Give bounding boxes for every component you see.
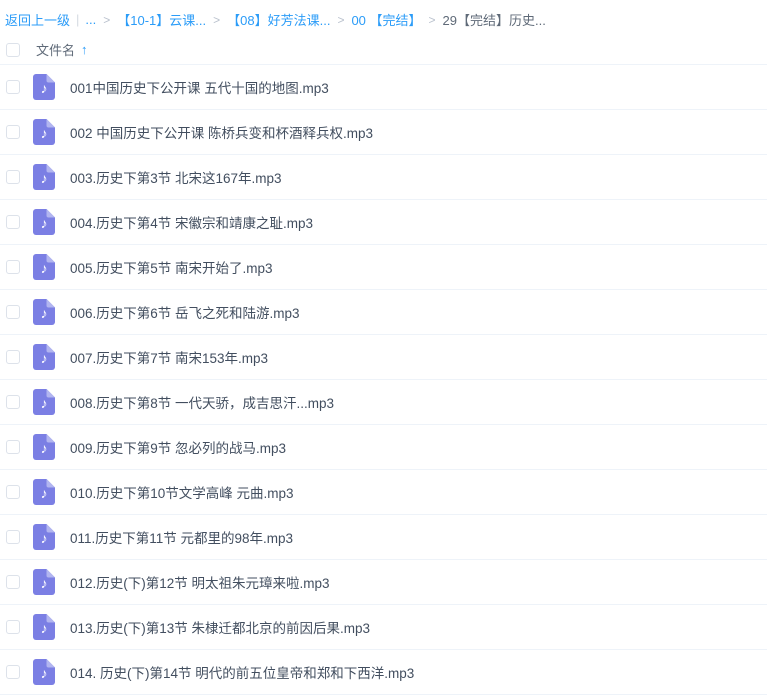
table-row[interactable]: ♪ 001中国历史下公开课 五代十国的地图.mp3 [0,65,767,110]
file-name-link[interactable]: 008.历史下第8节 一代天骄，成吉思汗...mp3 [70,392,334,412]
row-checkbox[interactable] [6,575,20,589]
chevron-right-icon: > [429,13,436,27]
audio-file-icon: ♪ [33,164,55,190]
table-row[interactable]: ♪ 008.历史下第8节 一代天骄，成吉思汗...mp3 [0,380,767,425]
music-note-glyph: ♪ [41,80,48,96]
table-row[interactable]: ♪ 010.历史下第10节文学高峰 元曲.mp3 [0,470,767,515]
audio-file-icon: ♪ [33,569,55,595]
row-checkbox[interactable] [6,440,20,454]
breadcrumb-item-ellipsis[interactable]: ... [85,12,96,27]
audio-file-icon: ♪ [33,434,55,460]
audio-file-icon: ♪ [33,344,55,370]
file-name-link[interactable]: 010.历史下第10节文学高峰 元曲.mp3 [70,482,294,502]
file-name-link[interactable]: 014. 历史(下)第14节 明代的前五位皇帝和郑和下西洋.mp3 [70,662,414,682]
table-row[interactable]: ♪ 003.历史下第3节 北宋这167年.mp3 [0,155,767,200]
audio-file-icon: ♪ [33,254,55,280]
breadcrumb-item-3[interactable]: 00 【完结】 [351,10,421,29]
file-name-link[interactable]: 005.历史下第5节 南宋开始了.mp3 [70,257,273,277]
row-checkbox[interactable] [6,350,20,364]
row-checkbox[interactable] [6,260,20,274]
file-name-link[interactable]: 007.历史下第7节 南宋153年.mp3 [70,347,268,367]
music-note-glyph: ♪ [41,395,48,411]
music-note-glyph: ♪ [41,170,48,186]
music-note-glyph: ♪ [41,440,48,456]
table-row[interactable]: ♪ 009.历史下第9节 忽必列的战马.mp3 [0,425,767,470]
file-name-link[interactable]: 009.历史下第9节 忽必列的战马.mp3 [70,437,286,457]
audio-file-icon: ♪ [33,524,55,550]
file-list: ♪ 001中国历史下公开课 五代十国的地图.mp3 ♪ 002 中国历史下公开课… [0,65,767,695]
audio-file-icon: ♪ [33,659,55,685]
row-checkbox[interactable] [6,215,20,229]
audio-file-icon: ♪ [33,389,55,415]
audio-file-icon: ♪ [33,299,55,325]
row-checkbox[interactable] [6,530,20,544]
file-name-link[interactable]: 006.历史下第6节 岳飞之死和陆游.mp3 [70,302,300,322]
music-note-glyph: ♪ [41,485,48,501]
sort-ascending-icon[interactable]: ↑ [81,42,88,57]
file-name-link[interactable]: 004.历史下第4节 宋徽宗和靖康之耻.mp3 [70,212,313,232]
music-note-glyph: ♪ [41,215,48,231]
filename-column-header[interactable]: 文件名 [36,40,75,59]
music-note-glyph: ♪ [41,620,48,636]
breadcrumb-item-1[interactable]: 【10-1】云课... [117,10,206,29]
row-checkbox[interactable] [6,620,20,634]
table-row[interactable]: ♪ 014. 历史(下)第14节 明代的前五位皇帝和郑和下西洋.mp3 [0,650,767,695]
file-name-link[interactable]: 003.历史下第3节 北宋这167年.mp3 [70,167,282,187]
file-name-link[interactable]: 001中国历史下公开课 五代十国的地图.mp3 [70,77,329,97]
file-name-link[interactable]: 002 中国历史下公开课 陈桥兵变和杯酒释兵权.mp3 [70,122,373,142]
breadcrumb-back-link[interactable]: 返回上一级 [5,10,70,29]
row-checkbox[interactable] [6,395,20,409]
file-name-link[interactable]: 011.历史下第11节 元都里的98年.mp3 [70,527,293,547]
file-list-header: 文件名 ↑ [0,35,767,65]
table-row[interactable]: ♪ 006.历史下第6节 岳飞之死和陆游.mp3 [0,290,767,335]
audio-file-icon: ♪ [33,614,55,640]
music-note-glyph: ♪ [41,125,48,141]
table-row[interactable]: ♪ 007.历史下第7节 南宋153年.mp3 [0,335,767,380]
row-checkbox[interactable] [6,665,20,679]
table-row[interactable]: ♪ 013.历史(下)第13节 朱棣迁都北京的前因后果.mp3 [0,605,767,650]
audio-file-icon: ♪ [33,209,55,235]
breadcrumb-item-2[interactable]: 【08】好芳法课... [227,10,330,29]
music-note-glyph: ♪ [41,350,48,366]
row-checkbox[interactable] [6,485,20,499]
music-note-glyph: ♪ [41,665,48,681]
table-row[interactable]: ♪ 011.历史下第11节 元都里的98年.mp3 [0,515,767,560]
breadcrumb-item-current: 29【完结】历史... [443,10,546,29]
table-row[interactable]: ♪ 005.历史下第5节 南宋开始了.mp3 [0,245,767,290]
file-name-link[interactable]: 012.历史(下)第12节 明太祖朱元璋来啦.mp3 [70,572,330,592]
row-checkbox[interactable] [6,125,20,139]
chevron-right-icon: > [337,13,344,27]
audio-file-icon: ♪ [33,119,55,145]
chevron-right-icon: > [103,13,110,27]
chevron-right-icon: > [213,13,220,27]
audio-file-icon: ♪ [33,479,55,505]
row-checkbox[interactable] [6,305,20,319]
file-name-link[interactable]: 013.历史(下)第13节 朱棣迁都北京的前因后果.mp3 [70,617,370,637]
row-checkbox[interactable] [6,80,20,94]
music-note-glyph: ♪ [41,530,48,546]
table-row[interactable]: ♪ 012.历史(下)第12节 明太祖朱元璋来啦.mp3 [0,560,767,605]
table-row[interactable]: ♪ 004.历史下第4节 宋徽宗和靖康之耻.mp3 [0,200,767,245]
row-checkbox[interactable] [6,170,20,184]
select-all-checkbox[interactable] [6,43,20,57]
music-note-glyph: ♪ [41,260,48,276]
breadcrumb-pipe-divider: | [76,12,79,27]
breadcrumb: 返回上一级 | ... > 【10-1】云课... > 【08】好芳法课... … [0,0,767,35]
audio-file-icon: ♪ [33,74,55,100]
table-row[interactable]: ♪ 002 中国历史下公开课 陈桥兵变和杯酒释兵权.mp3 [0,110,767,155]
music-note-glyph: ♪ [41,305,48,321]
music-note-glyph: ♪ [41,575,48,591]
